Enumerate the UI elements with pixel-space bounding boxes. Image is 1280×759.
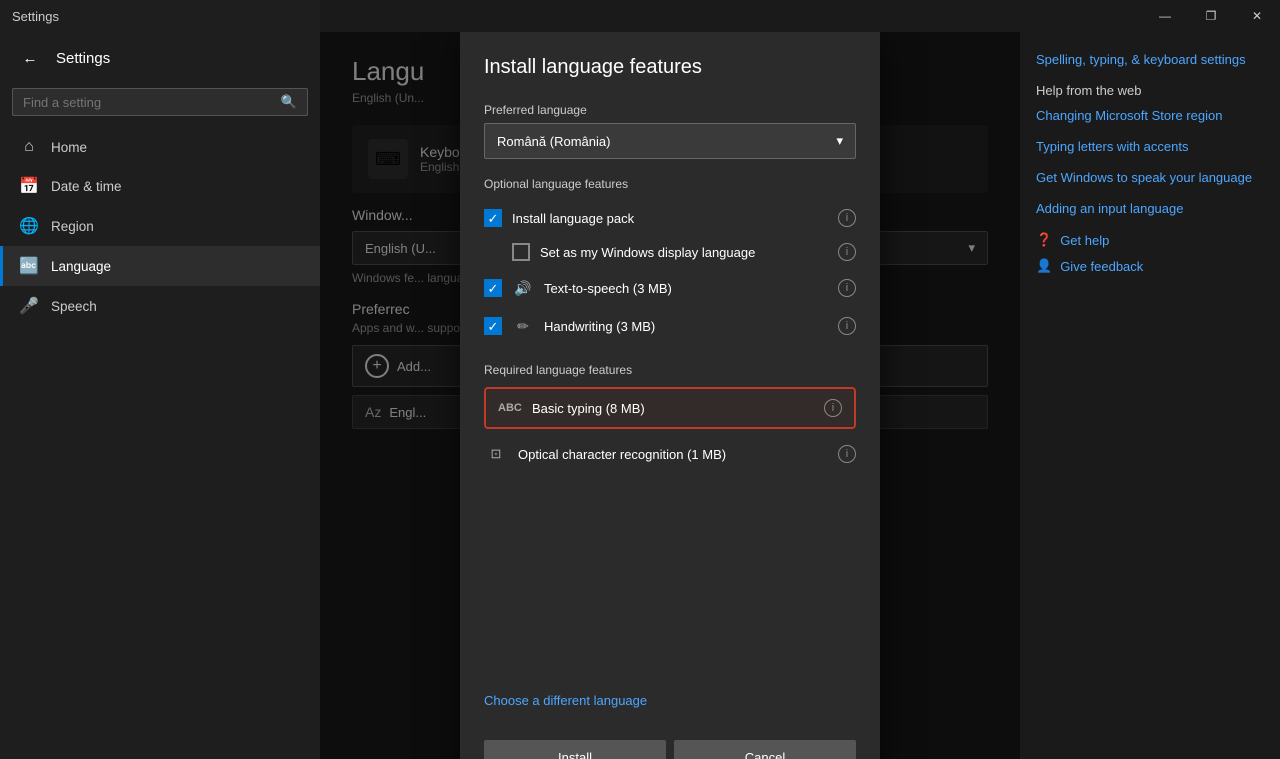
sidebar-title: Settings	[56, 50, 110, 67]
calendar-icon: 📅	[19, 176, 39, 196]
window-controls: — ❐ ✕	[1142, 0, 1280, 32]
feedback-icon: 👤	[1036, 258, 1052, 274]
cancel-button[interactable]: Cancel	[674, 740, 856, 759]
checkmark-icon: ✓	[488, 320, 499, 333]
info-icon[interactable]: i	[838, 243, 856, 261]
sidebar-item-label: Date & time	[51, 179, 122, 194]
pen-icon: ✏	[512, 315, 534, 337]
feature-label: Optical character recognition (1 MB)	[518, 447, 828, 462]
lang-pack-checkbox[interactable]: ✓	[484, 209, 502, 227]
language-icon: 🔤	[19, 256, 39, 276]
get-help-row[interactable]: ❓ Get help	[1036, 232, 1264, 248]
question-icon: ❓	[1036, 232, 1052, 248]
minimize-button[interactable]: —	[1142, 0, 1188, 32]
search-input[interactable]	[23, 95, 273, 110]
feature-label: Handwriting (3 MB)	[544, 319, 828, 334]
right-panel: Spelling, typing, & keyboard settings He…	[1020, 32, 1280, 759]
modal-title: Install language features	[460, 32, 880, 87]
close-button[interactable]: ✕	[1234, 0, 1280, 32]
info-icon[interactable]: i	[838, 445, 856, 463]
sidebar-item-label: Home	[51, 140, 87, 155]
preferred-lang-label: Preferred language	[484, 103, 856, 117]
globe-icon: 🌐	[19, 216, 39, 236]
microphone-icon: 🎤	[19, 296, 39, 316]
sidebar-item-home[interactable]: ⌂ Home	[0, 128, 320, 166]
choose-different-language-link[interactable]: Choose a different language	[460, 693, 880, 708]
install-language-modal: Install language features Preferred lang…	[460, 32, 880, 759]
info-icon[interactable]: i	[824, 399, 842, 417]
sidebar-item-date-time[interactable]: 📅 Date & time	[0, 166, 320, 206]
titlebar: Settings	[0, 0, 320, 32]
info-icon[interactable]: i	[838, 209, 856, 227]
sidebar-item-speech[interactable]: 🎤 Speech	[0, 286, 320, 326]
window-title: Settings	[12, 9, 59, 24]
feature-label: Install language pack	[512, 211, 828, 226]
back-button[interactable]: ←	[16, 44, 44, 72]
preferred-lang-value: Română (România)	[497, 134, 610, 149]
spelling-typing-link[interactable]: Spelling, typing, & keyboard settings	[1036, 52, 1264, 67]
sidebar: ← Settings 🔍 ⌂ Home 📅 Date & time 🌐 Regi…	[0, 0, 320, 759]
feature-row-lang-pack: ✓ Install language pack i	[484, 201, 856, 235]
speaker-icon: 🔊	[512, 277, 534, 299]
help-from-web-title: Help from the web	[1036, 83, 1264, 98]
info-icon[interactable]: i	[838, 279, 856, 297]
feature-label: Set as my Windows display language	[540, 245, 828, 260]
back-icon: ←	[23, 50, 38, 67]
checkmark-icon: ✓	[488, 282, 499, 295]
help-link-2[interactable]: Typing letters with accents	[1036, 139, 1264, 154]
install-button[interactable]: Install	[484, 740, 666, 759]
feature-label: Text-to-speech (3 MB)	[544, 281, 828, 296]
search-icon: 🔍	[281, 94, 297, 110]
tts-checkbox[interactable]: ✓	[484, 279, 502, 297]
search-box[interactable]: 🔍	[12, 88, 308, 116]
modal-body: Preferred language Română (România) ▾ Op…	[460, 87, 880, 677]
feature-row-display-lang: Set as my Windows display language i	[484, 235, 856, 269]
modal-footer: Install Cancel	[460, 724, 880, 759]
sidebar-item-label: Region	[51, 219, 94, 234]
sidebar-header: ← Settings	[0, 32, 320, 84]
ocr-icon: ⊡	[484, 446, 508, 462]
chevron-down-icon: ▾	[836, 133, 843, 149]
optional-section-label: Optional language features	[484, 177, 856, 191]
sidebar-item-label: Language	[51, 259, 111, 274]
give-feedback-row[interactable]: 👤 Give feedback	[1036, 258, 1264, 274]
display-lang-checkbox[interactable]	[512, 243, 530, 261]
feature-row-handwriting: ✓ ✏ Handwriting (3 MB) i	[484, 307, 856, 345]
required-section-label: Required language features	[484, 363, 856, 377]
sidebar-item-region[interactable]: 🌐 Region	[0, 206, 320, 246]
help-link-3[interactable]: Get Windows to speak your language	[1036, 170, 1264, 185]
ocr-row: ⊡ Optical character recognition (1 MB) i	[484, 437, 856, 471]
give-feedback-label: Give feedback	[1060, 259, 1143, 274]
sidebar-item-language[interactable]: 🔤 Language	[0, 246, 320, 286]
info-icon[interactable]: i	[838, 317, 856, 335]
main-content: Langu English (Un... ⌨ Keyboard English …	[320, 32, 1020, 759]
home-icon: ⌂	[19, 138, 39, 156]
maximize-button[interactable]: ❐	[1188, 0, 1234, 32]
preferred-lang-dropdown[interactable]: Română (România) ▾	[484, 123, 856, 159]
feature-label: Basic typing (8 MB)	[532, 401, 814, 416]
abc-icon: ABC	[498, 402, 522, 414]
sidebar-item-label: Speech	[51, 299, 97, 314]
get-help-label: Get help	[1060, 233, 1109, 248]
handwriting-checkbox[interactable]: ✓	[484, 317, 502, 335]
checkmark-icon: ✓	[488, 212, 499, 225]
help-link-1[interactable]: Changing Microsoft Store region	[1036, 108, 1264, 123]
feature-row-tts: ✓ 🔊 Text-to-speech (3 MB) i	[484, 269, 856, 307]
help-link-4[interactable]: Adding an input language	[1036, 201, 1264, 216]
basic-typing-row: ABC Basic typing (8 MB) i	[484, 387, 856, 429]
modal-overlay: Install language features Preferred lang…	[320, 32, 1020, 759]
